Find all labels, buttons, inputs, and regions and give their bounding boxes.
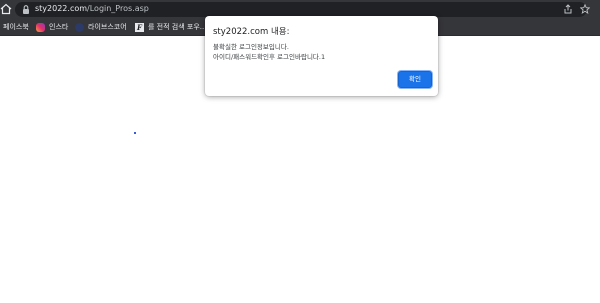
home-icon[interactable] bbox=[0, 3, 12, 15]
ok-button[interactable]: 확인 bbox=[398, 71, 432, 88]
bookmark-label: 페이스북 bbox=[3, 23, 29, 31]
f-icon: F bbox=[135, 22, 144, 32]
dialog-title: sty2022.com 내용: bbox=[213, 27, 290, 37]
url-host: sty2022.com bbox=[35, 4, 88, 13]
bookmark-livescore[interactable]: 라이브스코어 bbox=[75, 19, 127, 35]
dialog-message: 불확실한 로그인정보입니다. 아이디/패스워드확인후 로그인바랍니다.1 bbox=[213, 42, 325, 62]
star-icon[interactable] bbox=[580, 4, 590, 14]
url-path: /Login_Pros.asp bbox=[87, 4, 149, 13]
livescore-icon bbox=[75, 22, 84, 32]
bookmark-facebook[interactable]: 페이스북 bbox=[3, 19, 29, 35]
lock-icon[interactable] bbox=[21, 4, 31, 15]
dialog-message-line: 아이디/패스워드확인후 로그인바랍니다.1 bbox=[213, 53, 326, 61]
share-icon[interactable] bbox=[563, 4, 573, 14]
dialog-message-line: 불확실한 로그인정보입니다. bbox=[213, 43, 289, 51]
bookmark-label: 를 전적 검색 포우... bbox=[148, 23, 207, 31]
page-dot bbox=[134, 132, 136, 134]
bookmark-search[interactable]: F 를 전적 검색 포우... bbox=[135, 19, 206, 35]
bookmark-instagram[interactable]: 인스타 bbox=[36, 19, 68, 35]
bookmark-label: 라이브스코어 bbox=[88, 23, 127, 31]
bookmark-label: 인스타 bbox=[49, 23, 69, 31]
alert-dialog: sty2022.com 내용: 불확실한 로그인정보입니다. 아이디/패스워드확… bbox=[205, 16, 438, 96]
instagram-icon bbox=[36, 22, 45, 32]
url-text[interactable]: sty2022.com/Login_Pros.asp bbox=[35, 3, 149, 15]
